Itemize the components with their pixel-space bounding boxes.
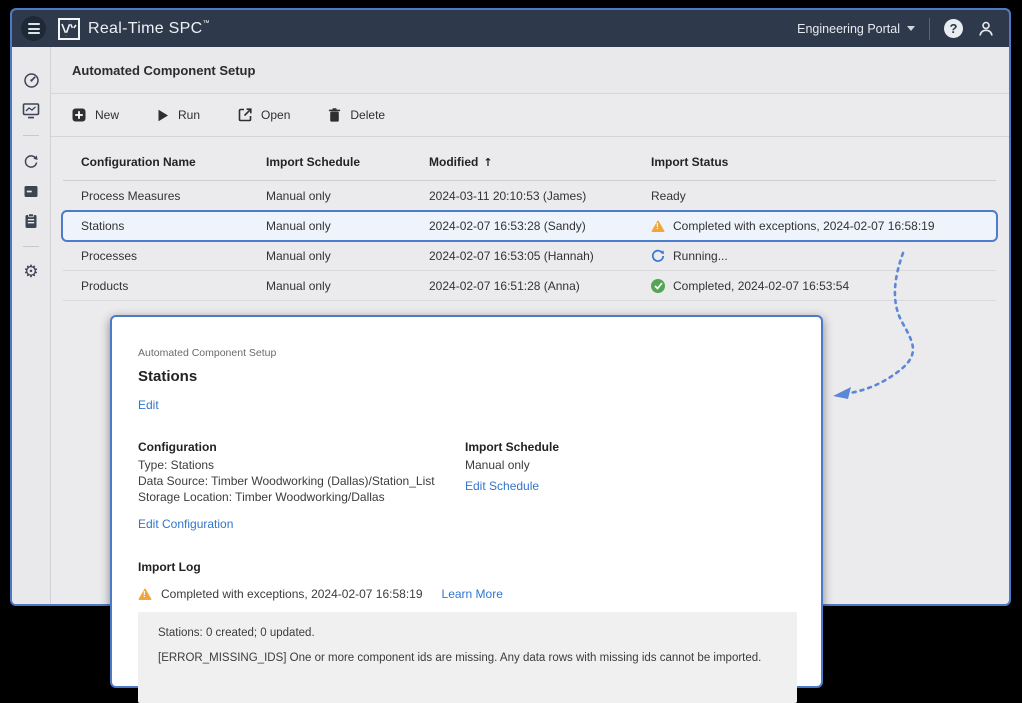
- edit-schedule-link[interactable]: Edit Schedule: [465, 479, 539, 493]
- success-check-icon: [651, 279, 665, 293]
- topbar-divider: [929, 18, 930, 40]
- column-header-import-status[interactable]: Import Status: [651, 155, 996, 169]
- table-header-row: Configuration Name Import Schedule Modif…: [63, 144, 996, 181]
- edit-configuration-link[interactable]: Edit Configuration: [138, 517, 233, 531]
- table-row-products[interactable]: Products Manual only 2024-02-07 16:51:28…: [63, 271, 996, 301]
- page-title: Automated Component Setup: [72, 63, 255, 78]
- table-row-process-measures[interactable]: Process Measures Manual only 2024-03-11 …: [63, 181, 996, 211]
- chevron-down-icon: [907, 26, 915, 31]
- column-header-modified[interactable]: Modified↑: [429, 155, 651, 169]
- run-button[interactable]: Run: [157, 108, 200, 122]
- top-bar: Real-Time SPC™ Engineering Portal ?: [12, 10, 1009, 47]
- import-log-section: Import Log Completed with exceptions, 20…: [138, 560, 795, 703]
- configuration-section: Configuration Type: Stations Data Source…: [138, 440, 465, 533]
- import-schedule-section: Import Schedule Manual only Edit Schedul…: [465, 440, 559, 533]
- toolbar: New Run Open: [51, 94, 1009, 137]
- new-button[interactable]: New: [72, 108, 119, 122]
- storage-box-icon[interactable]: [12, 176, 50, 206]
- log-line: [ERROR_MISSING_IDS] One or more componen…: [158, 652, 777, 664]
- plus-icon: [72, 108, 86, 122]
- page-title-bar: Automated Component Setup: [51, 47, 1009, 94]
- user-account-icon[interactable]: [977, 20, 995, 38]
- import-log-status-text: Completed with exceptions, 2024-02-07 16…: [161, 587, 423, 601]
- clipboard-icon[interactable]: [12, 206, 50, 236]
- sort-ascending-icon: ↑: [483, 156, 492, 169]
- configurations-table: Configuration Name Import Schedule Modif…: [63, 144, 996, 301]
- play-icon: [157, 109, 169, 122]
- help-icon[interactable]: ?: [944, 19, 963, 38]
- panel-title: Stations: [138, 368, 795, 385]
- app-logo-icon: [58, 18, 80, 40]
- learn-more-link[interactable]: Learn More: [442, 587, 503, 601]
- stations-detail-panel: Automated Component Setup Stations Edit …: [110, 315, 823, 688]
- sidebar-nav: ⚙: [12, 47, 51, 604]
- sidebar-divider: [23, 246, 39, 247]
- running-spinner-icon: [651, 249, 665, 263]
- column-header-configuration-name[interactable]: Configuration Name: [81, 155, 266, 169]
- table-row-processes[interactable]: Processes Manual only 2024-02-07 16:53:0…: [63, 241, 996, 271]
- delete-button[interactable]: Delete: [328, 108, 385, 122]
- status-text: Running...: [673, 249, 728, 263]
- warning-icon: [651, 220, 665, 232]
- table-row-stations-selected[interactable]: Stations Manual only 2024-02-07 16:53:28…: [61, 210, 998, 242]
- hamburger-menu-icon[interactable]: [21, 16, 46, 41]
- sidebar-divider: [23, 135, 39, 136]
- log-line: Stations: 0 created; 0 updated.: [158, 627, 777, 639]
- portal-dropdown-label: Engineering Portal: [797, 22, 900, 36]
- monitor-chart-icon[interactable]: [12, 95, 50, 125]
- edit-link[interactable]: Edit: [138, 398, 159, 412]
- sync-icon[interactable]: [12, 146, 50, 176]
- open-external-icon: [238, 108, 252, 122]
- portal-dropdown[interactable]: Engineering Portal: [797, 22, 915, 36]
- import-schedule-value: Manual only: [465, 458, 559, 473]
- configuration-heading: Configuration: [138, 440, 465, 454]
- configuration-storage-location: Storage Location: Timber Woodworking/Dal…: [138, 490, 465, 505]
- column-header-import-schedule[interactable]: Import Schedule: [266, 155, 429, 169]
- open-button[interactable]: Open: [238, 108, 290, 122]
- status-text: Ready: [651, 189, 686, 203]
- dashboard-gauge-icon[interactable]: [12, 65, 50, 95]
- settings-gear-icon[interactable]: ⚙: [12, 257, 50, 287]
- import-log-output: Stations: 0 created; 0 updated. [ERROR_M…: [138, 612, 797, 703]
- import-log-heading: Import Log: [138, 560, 795, 574]
- brand-title: Real-Time SPC™: [88, 20, 210, 38]
- status-text: Completed, 2024-02-07 16:53:54: [673, 279, 849, 293]
- breadcrumb: Automated Component Setup: [138, 347, 795, 359]
- status-text: Completed with exceptions, 2024-02-07 16…: [673, 219, 935, 233]
- trash-icon: [328, 108, 341, 122]
- configuration-data-source: Data Source: Timber Woodworking (Dallas)…: [138, 474, 465, 489]
- configuration-type: Type: Stations: [138, 458, 465, 473]
- import-schedule-heading: Import Schedule: [465, 440, 559, 454]
- warning-icon: [138, 588, 152, 600]
